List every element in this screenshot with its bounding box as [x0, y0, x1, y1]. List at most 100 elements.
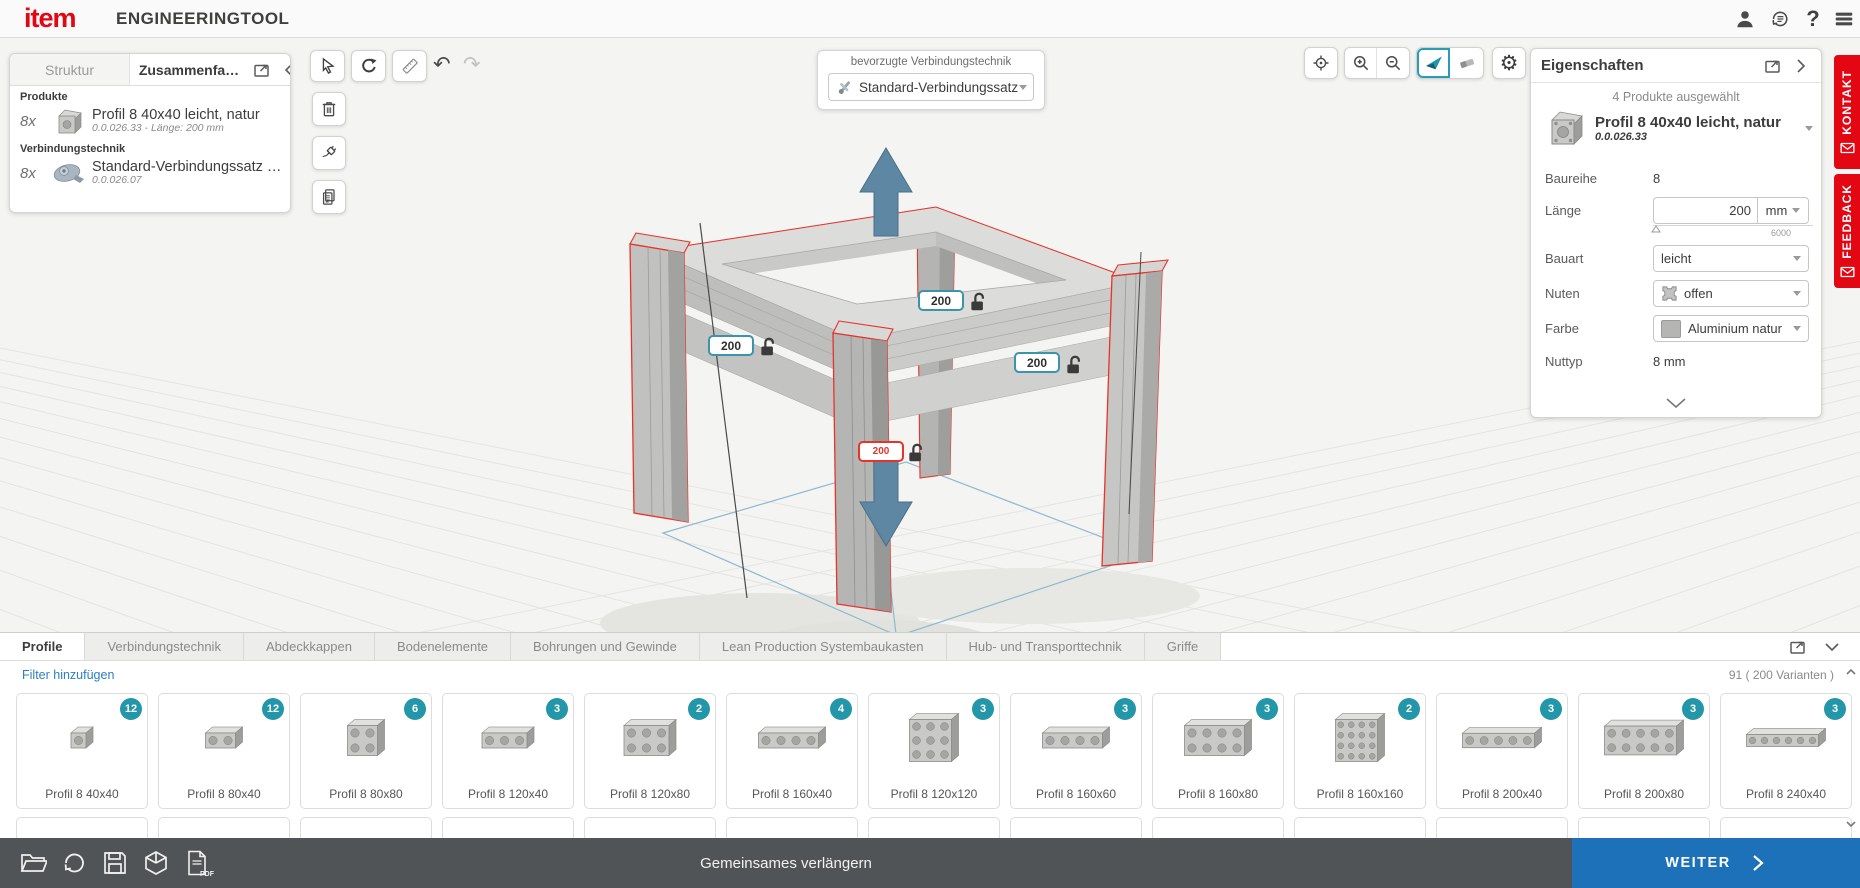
expand-more-icon[interactable] — [1531, 395, 1821, 411]
product-card-partial[interactable] — [584, 817, 716, 838]
tab-verbindungstechnik[interactable]: Verbindungstechnik — [85, 633, 243, 660]
weiter-button[interactable]: WEITER — [1572, 838, 1860, 888]
scroll-up-icon[interactable] — [1844, 665, 1858, 679]
tab-griffe[interactable]: Griffe — [1145, 633, 1222, 660]
product-card-partial[interactable] — [868, 817, 1000, 838]
product-card-partial[interactable] — [442, 817, 574, 838]
laenge-slider-track[interactable] — [1653, 225, 1813, 226]
open-project-icon[interactable] — [16, 846, 50, 880]
list-item-connector[interactable]: 8x Standard-Verbindungssatz … 0.0.026.07 — [20, 156, 290, 190]
product-card[interactable]: 3Profil 8 120x120 — [868, 693, 1000, 809]
laenge-unit-select[interactable]: mm — [1757, 197, 1809, 224]
popout-icon[interactable] — [252, 60, 272, 80]
cube-icon[interactable] — [139, 846, 173, 880]
product-card-partial[interactable] — [158, 817, 290, 838]
bauart-select[interactable]: leicht — [1653, 245, 1809, 272]
list-item-profile[interactable]: 8x Profil 8 40x40 leicht, natur 0.0.026.… — [20, 104, 290, 138]
zoom-out-icon[interactable] — [1377, 48, 1409, 78]
product-card-partial[interactable] — [1578, 817, 1710, 838]
product-card-partial[interactable] — [1720, 817, 1852, 838]
product-card[interactable]: 3Profil 8 240x40 — [1720, 693, 1852, 809]
product-card-partial[interactable] — [1436, 817, 1568, 838]
lock-open-icon[interactable] — [968, 291, 989, 312]
render-mode-group — [1416, 47, 1484, 79]
center-view-icon[interactable] — [1304, 47, 1338, 79]
laenge-input[interactable] — [1653, 197, 1757, 224]
tab-lean-production[interactable]: Lean Production Systembaukasten — [700, 633, 947, 660]
connector-icon[interactable] — [312, 136, 346, 170]
zoom-group — [1344, 47, 1410, 79]
delete-icon[interactable] — [312, 92, 346, 126]
nuten-select[interactable]: offen — [1653, 280, 1809, 307]
item-logo[interactable]: item — [24, 3, 76, 34]
feedback-tab[interactable]: FEEDBACK — [1834, 174, 1860, 288]
lock-open-icon[interactable] — [1064, 354, 1085, 375]
product-card-partial[interactable] — [726, 817, 858, 838]
popout-icon[interactable] — [1788, 637, 1808, 657]
tab-hub-und-transport[interactable]: Hub- und Transporttechnik — [947, 633, 1145, 660]
zoom-in-icon[interactable] — [1345, 48, 1377, 78]
user-icon[interactable] — [1732, 6, 1758, 32]
product-card[interactable]: 3Profil 8 120x40 — [442, 693, 574, 809]
product-card[interactable]: 3Profil 8 160x80 — [1152, 693, 1284, 809]
measure-icon[interactable] — [392, 50, 427, 82]
profile-leg-right[interactable] — [1102, 260, 1168, 566]
collapse-panel-icon[interactable] — [1822, 637, 1842, 657]
scroll-down-icon[interactable] — [1844, 817, 1858, 831]
product-card[interactable]: 2Profil 8 160x160 — [1294, 693, 1426, 809]
redo-icon[interactable]: ↷ — [463, 54, 481, 75]
profile-3d-icon — [461, 710, 555, 771]
product-card-partial[interactable] — [1294, 817, 1426, 838]
menu-icon[interactable] — [1831, 6, 1857, 32]
add-filter-link[interactable]: Filter hinzufügen — [22, 668, 114, 682]
dimension-label[interactable]: 200 — [1014, 352, 1060, 373]
restore-session-icon[interactable] — [1767, 6, 1793, 32]
product-card-partial[interactable] — [16, 817, 148, 838]
product-card[interactable]: 3Profil 8 200x40 — [1436, 693, 1568, 809]
settings-icon[interactable]: ⚙ — [1492, 47, 1526, 79]
envelope-icon — [1840, 142, 1855, 154]
preferred-connection-select[interactable]: Standard-Verbindungssatz — [828, 73, 1034, 101]
tab-zusammenfassung[interactable]: Zusammenfa… — [130, 54, 248, 85]
product-card[interactable]: 4Profil 8 160x40 — [726, 693, 858, 809]
eraser-icon[interactable] — [1450, 48, 1483, 78]
product-card[interactable]: 6Profil 8 80x80 — [300, 693, 432, 809]
reset-icon[interactable] — [57, 846, 91, 880]
tab-abdeckkappen[interactable]: Abdeckkappen — [244, 633, 375, 660]
tab-profile[interactable]: Profile — [0, 633, 85, 660]
tab-struktur[interactable]: Struktur — [10, 54, 130, 85]
product-card-partial[interactable] — [1152, 817, 1284, 838]
copy-icon[interactable] — [312, 180, 346, 214]
collapse-left-icon[interactable] — [280, 60, 291, 80]
farbe-select[interactable]: Aluminium natur — [1653, 315, 1809, 342]
dimension-label-editing[interactable]: 200 — [858, 441, 904, 462]
collapse-right-icon[interactable] — [1791, 56, 1811, 76]
dimension-label[interactable]: 200 — [918, 290, 964, 311]
product-card-partial[interactable] — [1010, 817, 1142, 838]
product-card[interactable]: 3Profil 8 160x60 — [1010, 693, 1142, 809]
product-card[interactable]: 12Profil 8 80x40 — [158, 693, 290, 809]
laenge-slider-marker[interactable] — [1651, 220, 1661, 238]
tab-bohrungen-und-gewinde[interactable]: Bohrungen und Gewinde — [511, 633, 700, 660]
field-label: Länge — [1545, 203, 1653, 218]
product-card-partial[interactable] — [300, 817, 432, 838]
selected-product[interactable]: Profil 8 40x40 leicht, natur 0.0.026.33 — [1543, 108, 1813, 148]
top-frame[interactable] — [652, 207, 1140, 427]
save-icon[interactable] — [98, 846, 132, 880]
lock-open-icon[interactable] — [906, 442, 927, 463]
product-card[interactable]: 3Profil 8 200x80 — [1578, 693, 1710, 809]
tab-bodenelemente[interactable]: Bodenelemente — [375, 633, 511, 660]
dimension-label[interactable]: 200 — [708, 335, 754, 356]
profile-leg-left[interactable] — [630, 233, 690, 522]
help-icon[interactable]: ? — [1800, 6, 1826, 32]
undo-icon[interactable]: ↶ — [433, 54, 451, 75]
pdf-export-icon[interactable]: PDF — [180, 846, 214, 880]
product-card[interactable]: 12Profil 8 40x40 — [16, 693, 148, 809]
product-card[interactable]: 2Profil 8 120x80 — [584, 693, 716, 809]
rotate-view-icon[interactable] — [351, 50, 386, 82]
lock-open-icon[interactable] — [758, 336, 779, 357]
solid-view-icon[interactable] — [1417, 48, 1450, 78]
popout-icon[interactable] — [1763, 56, 1783, 76]
kontakt-tab[interactable]: KONTAKT — [1834, 55, 1860, 169]
select-cursor-icon[interactable] — [310, 50, 345, 82]
